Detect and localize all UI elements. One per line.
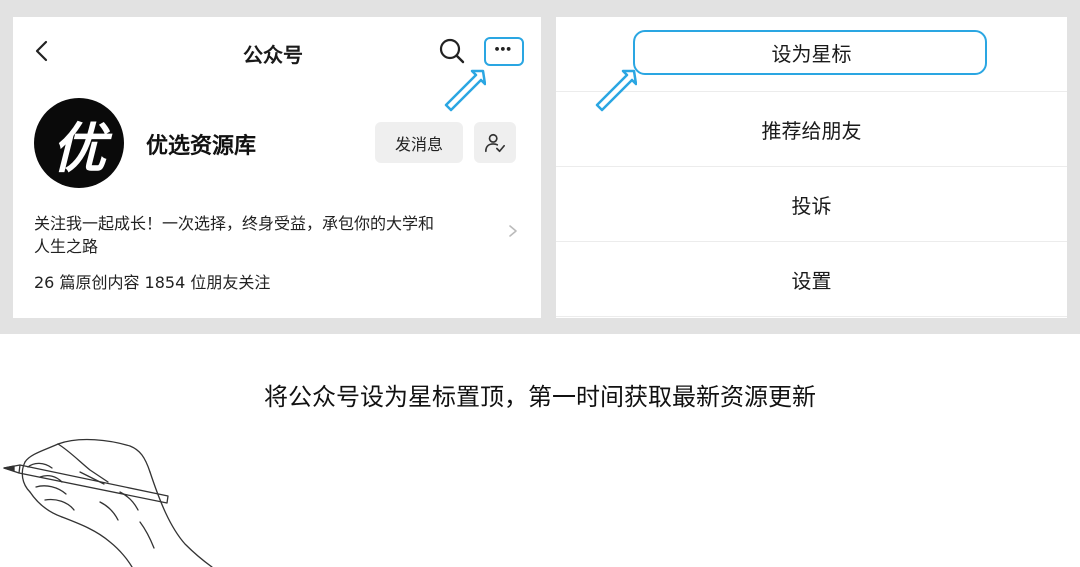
menu-item-complain[interactable]: 投诉 [556, 167, 1067, 241]
back-arrow-icon[interactable] [31, 39, 55, 63]
pointer-arrow-icon [444, 69, 486, 112]
pointer-arrow-icon [595, 69, 637, 112]
follow-settings-button[interactable] [474, 122, 516, 163]
menu-divider [556, 316, 1067, 317]
hand-pen-illustration [3, 438, 213, 567]
more-button[interactable] [484, 37, 524, 66]
account-stats: 26 篇原创内容 1854 位朋友关注 [34, 273, 271, 292]
instruction-caption: 将公众号设为星标置顶，第一时间获取最新资源更新 [264, 383, 816, 411]
follow-settings-icon [485, 133, 505, 152]
menu-item-settings[interactable]: 设置 [556, 242, 1067, 316]
bio-line-1: 关注我一起成长！一次选择，终身受益，承包你的大学和 [34, 214, 435, 233]
bio-line-2: 人生之路 [34, 237, 99, 256]
avatar-letter: 优 [52, 115, 106, 180]
search-icon[interactable] [438, 37, 466, 65]
avatar[interactable]: 优 [34, 98, 124, 188]
nav-title: 公众号 [243, 43, 303, 67]
account-name: 优选资源库 [146, 134, 257, 159]
chevron-right-icon [509, 225, 517, 237]
more-icon [494, 47, 511, 51]
more-menu-panel: 设为星标 推荐给朋友 投诉 设置 [556, 17, 1067, 318]
account-profile-panel: 公众号 优 优选资源库 发消息 关注我一起成长！一次选择，终身受益，承包你的大学… [13, 17, 541, 318]
account-bio[interactable]: 关注我一起成长！一次选择，终身受益，承包你的大学和 人生之路 [34, 212, 508, 258]
send-message-button[interactable]: 发消息 [375, 122, 463, 163]
